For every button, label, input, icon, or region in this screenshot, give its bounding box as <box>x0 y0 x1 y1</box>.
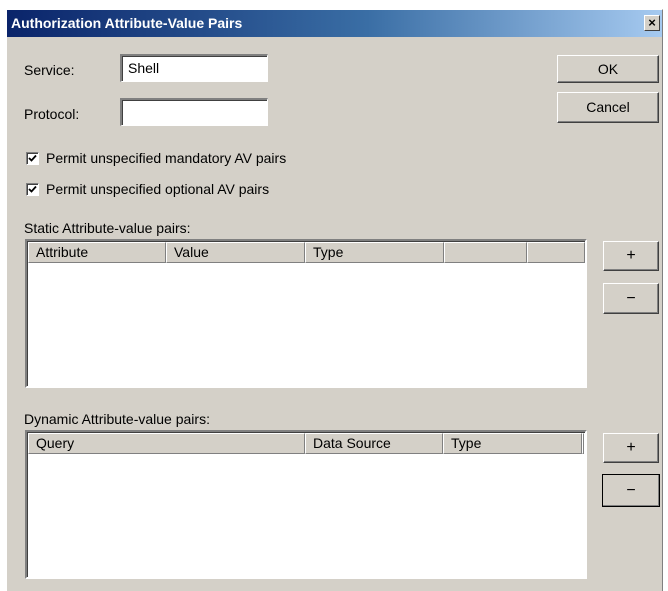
dialog-window: Authorization Attribute-Value Pairs × Se… <box>6 9 663 591</box>
close-icon: × <box>648 15 656 30</box>
column-header-empty[interactable] <box>444 242 527 263</box>
column-header-query[interactable]: Query <box>28 433 305 454</box>
checkmark-icon <box>28 185 37 193</box>
ok-button[interactable]: OK <box>557 55 659 83</box>
checkmark-icon <box>28 154 37 162</box>
add-static-pair-button[interactable]: + <box>603 241 659 271</box>
column-header-type[interactable]: Type <box>443 433 582 454</box>
plus-icon: + <box>626 439 636 456</box>
column-header-type[interactable]: Type <box>305 242 444 263</box>
column-header-empty[interactable] <box>527 242 585 263</box>
optional-checkbox-label: Permit unspecified optional AV pairs <box>46 181 270 197</box>
column-header-value[interactable]: Value <box>166 242 305 263</box>
column-header-attribute[interactable]: Attribute <box>28 242 166 263</box>
cancel-button[interactable]: Cancel <box>557 92 659 123</box>
column-header-empty[interactable] <box>582 433 584 454</box>
dynamic-pairs-header: Query Data Source Type <box>28 433 585 454</box>
add-dynamic-pair-button[interactable]: + <box>603 433 659 463</box>
mandatory-checkbox-label: Permit unspecified mandatory AV pairs <box>46 150 287 166</box>
minus-icon: − <box>626 482 636 499</box>
dynamic-pairs-label: Dynamic Attribute-value pairs: <box>24 411 210 427</box>
protocol-label: Protocol: <box>24 106 80 122</box>
optional-checkbox-row[interactable]: Permit unspecified optional AV pairs <box>26 181 269 197</box>
service-input[interactable]: Shell <box>120 54 268 82</box>
static-pairs-label: Static Attribute-value pairs: <box>24 220 191 236</box>
title-bar[interactable]: Authorization Attribute-Value Pairs × <box>7 10 662 37</box>
column-header-data-source[interactable]: Data Source <box>305 433 443 454</box>
remove-static-pair-button[interactable]: − <box>603 283 659 314</box>
remove-dynamic-pair-button[interactable]: − <box>602 474 660 507</box>
mandatory-checkbox[interactable] <box>26 151 39 165</box>
static-pairs-header: Attribute Value Type <box>28 242 585 263</box>
protocol-input[interactable] <box>120 98 268 126</box>
plus-icon: + <box>626 247 636 264</box>
window-title: Authorization Attribute-Value Pairs <box>11 15 243 31</box>
service-label: Service: <box>24 62 75 78</box>
mandatory-checkbox-row[interactable]: Permit unspecified mandatory AV pairs <box>26 150 286 166</box>
close-button[interactable]: × <box>644 15 660 31</box>
minus-icon: − <box>626 290 636 307</box>
static-pairs-list[interactable]: Attribute Value Type <box>25 239 587 388</box>
dynamic-pairs-list[interactable]: Query Data Source Type <box>25 430 587 579</box>
optional-checkbox[interactable] <box>26 182 39 196</box>
